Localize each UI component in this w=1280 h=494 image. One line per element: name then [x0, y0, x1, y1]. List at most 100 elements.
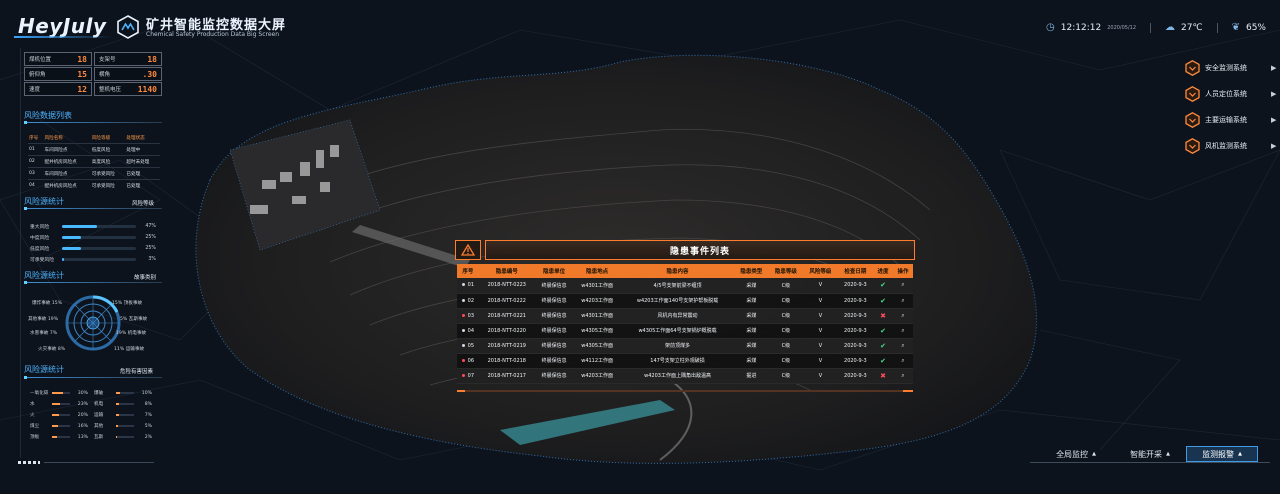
- cell: 03: [28, 167, 44, 180]
- search-icon[interactable]: ⌕: [901, 327, 904, 334]
- modal-footer-bar: [457, 390, 913, 392]
- cell: 已处理: [125, 179, 160, 191]
- cell-number: 07: [457, 368, 479, 384]
- cell-unit: 终晨保信息: [534, 353, 574, 369]
- hazard-events-table: 序号 隐患编号 隐患单位 隐患地点 隐患内容 隐患类型 隐患等级 风险等级 检查日期 进度 操作 0…: [457, 264, 913, 384]
- app-logo: HeyJuly: [18, 14, 107, 38]
- search-icon[interactable]: ⌕: [901, 312, 904, 319]
- cell-risk: V: [803, 368, 838, 384]
- cell-progress: ✖: [873, 308, 893, 324]
- table-row[interactable]: 03 车间风险点 可承受风险 已处理: [28, 167, 160, 180]
- table-row[interactable]: 04 配并机房风险点 可承受风险 已处理: [28, 179, 160, 191]
- cell-id: 2018-NTT-0218: [478, 353, 535, 369]
- cell-place: w4301工作面: [573, 308, 621, 324]
- system-label: 安全监测系统: [1205, 64, 1247, 72]
- table-row[interactable]: 01 2018-NTT-0223 终晨保信息 w4301工作面 4/5号支架前梁不缠顶采…: [457, 278, 913, 294]
- system-menu-item-2[interactable]: 人员定位系统 ▶: [1185, 86, 1276, 102]
- factor-fill: [116, 392, 120, 394]
- cell-risk: V: [803, 278, 838, 294]
- table-row[interactable]: 01 车间风险点 低度风险 处理中: [28, 143, 160, 156]
- hazard-factor-subtitle: 危险有害因素: [120, 369, 154, 375]
- col-header: 隐患类型: [740, 269, 763, 275]
- table-row[interactable]: 02 配并机房风险点 高度风险 超时未处理: [28, 155, 160, 168]
- factor-value: 20%: [77, 412, 88, 418]
- stat-speed: 速度 12: [24, 82, 92, 96]
- cell-date: 2020-9-3: [837, 293, 874, 309]
- table-row[interactable]: 04 2018-NTT-0220 终晨保信息 w4305工作面 w4305工作面64号支…: [457, 323, 913, 339]
- table-row[interactable]: 07 2018-NTT-0217 终晨保信息 w4203工作面 w4203工作面上隅角出…: [457, 368, 913, 384]
- system-menu-item-4[interactable]: 风机监测系统 ▶: [1185, 138, 1276, 154]
- search-icon[interactable]: ⌕: [901, 357, 904, 364]
- nav-monitor-alarm[interactable]: 监测报警 ▲: [1186, 446, 1258, 462]
- cell-action: ⌕: [892, 323, 913, 339]
- section-divider: [24, 281, 162, 284]
- logo-underline: [14, 36, 112, 38]
- status-dot: [461, 313, 465, 317]
- accident-label: 其他事故 19%: [28, 316, 58, 322]
- accident-name: 其他事故: [28, 317, 47, 322]
- system-menu-item-3[interactable]: 主要运输系统 ▶: [1185, 112, 1276, 128]
- risk-level-title: 风险源统计: [24, 197, 64, 206]
- cell-id: 2018-NTT-0217: [478, 368, 535, 384]
- bar-fill: [62, 257, 65, 261]
- col-header: 序号: [29, 136, 39, 141]
- bar-track: [62, 257, 136, 261]
- search-icon[interactable]: ⌕: [901, 281, 904, 288]
- cell-action: ⌕: [892, 368, 913, 384]
- accident-name: 水害事故: [30, 331, 49, 336]
- cell: 01: [28, 143, 44, 156]
- cell-type: 采煤: [734, 308, 769, 324]
- search-icon[interactable]: ⌕: [901, 342, 904, 349]
- risk-level-row: 可承受风险 3%: [30, 255, 158, 263]
- search-icon[interactable]: ⌕: [901, 372, 904, 379]
- accident-label: 水害事故 7%: [30, 330, 57, 336]
- table-row[interactable]: 06 2018-NTT-0218 终晨保信息 w4112工作面 147号支架立柱外观破损…: [457, 353, 913, 369]
- nav-smart-mining[interactable]: 智能开采 ▲: [1116, 446, 1184, 462]
- section-divider: [24, 376, 162, 379]
- cell-content: 风机内有异常震动: [620, 308, 735, 324]
- nav-global-monitor[interactable]: 全局监控 ▲: [1040, 446, 1112, 462]
- table-row[interactable]: 03 2018-NTT-0221 终晨保信息 w4301工作面 风机内有异常震动 采煤 C级…: [457, 308, 913, 324]
- factor-label: 顶板: [30, 435, 40, 440]
- factor-fill: [116, 425, 118, 427]
- cell-type: 采煤: [734, 293, 769, 309]
- stat-pitch-angle: 俯仰角 15: [24, 67, 92, 81]
- table-row[interactable]: 02 2018-NTT-0222 终晨保信息 w4203工作面 w4203工作面140号…: [457, 293, 913, 309]
- accident-name: 顶板事故: [123, 301, 143, 306]
- factor-fill: [52, 403, 61, 405]
- check-icon: ✔: [880, 341, 886, 350]
- cell: 车间风险点: [43, 167, 91, 180]
- factor-row: 机电 8%: [94, 401, 152, 408]
- accident-value: 15%: [112, 301, 123, 306]
- accident-type-subtitle: 故事类别: [134, 275, 157, 281]
- cell-number: 02: [457, 293, 479, 309]
- search-icon[interactable]: ⌕: [901, 297, 904, 304]
- table-row[interactable]: 05 2018-NTT-0219 终晨保信息 w4305工作面 架前顶煤多 采煤 C级 V 20…: [457, 338, 913, 354]
- factor-label: 瓦斯: [94, 435, 104, 440]
- factor-fill: [52, 436, 57, 438]
- bar-fill: [62, 235, 81, 239]
- stat-label: 速度: [29, 87, 41, 93]
- cell-type: 采煤: [734, 353, 769, 369]
- row-number: 05: [467, 342, 475, 349]
- current-time: 12:12:12: [1060, 22, 1102, 33]
- cell-level: C级: [768, 293, 804, 309]
- section-divider: [24, 121, 162, 124]
- section-divider: [24, 207, 162, 210]
- status-bar: ◷ 12:12:12 2020/05/12 ☁ 27℃ ❦ 65%: [1046, 22, 1266, 33]
- cell-id: 2018-NTT-0219: [478, 338, 535, 354]
- cell: 已处理: [125, 167, 160, 180]
- cell-content: w4305工作面64号支架锅炉概脱载: [620, 323, 735, 339]
- status-dot: [461, 298, 465, 302]
- cell-number: 03: [457, 308, 479, 324]
- factor-fill: [116, 403, 119, 405]
- stat-label: 整机电压: [99, 87, 122, 93]
- accident-value: 19%: [116, 331, 127, 336]
- warning-icon-box[interactable]: [455, 240, 481, 260]
- system-menu-item-1[interactable]: 安全监测系统 ▶: [1185, 60, 1276, 76]
- row-number: 02: [467, 297, 475, 304]
- stat-support-number: 支架号 18: [94, 52, 162, 66]
- page-subtitle: Chemical Safety Production Data Big Scre…: [146, 31, 280, 38]
- cell-level: C级: [768, 278, 804, 294]
- factor-track: [52, 414, 70, 416]
